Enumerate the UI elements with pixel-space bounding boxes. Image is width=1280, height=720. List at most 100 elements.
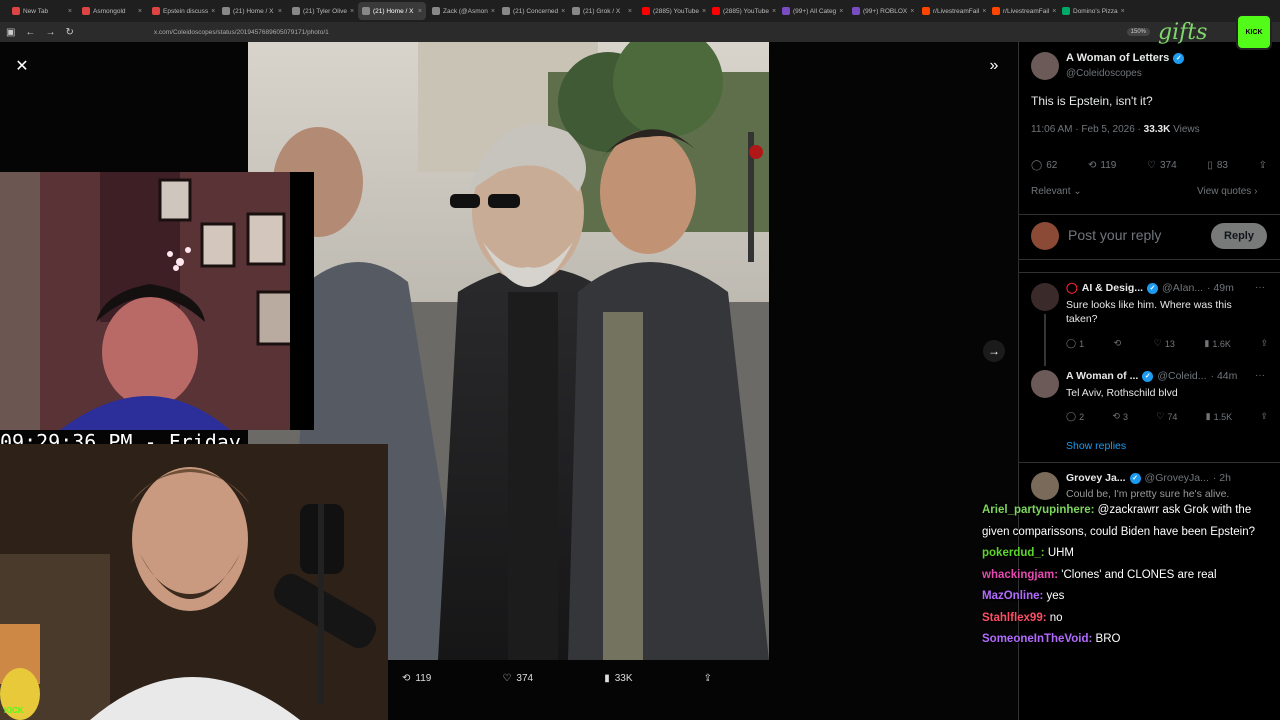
comment-like-button[interactable]: ♡ 74: [1156, 411, 1177, 422]
browser-tab[interactable]: New Tab ×: [8, 2, 76, 20]
reply-input[interactable]: Post your reply: [1068, 227, 1161, 243]
comment-share-button[interactable]: ⇪: [1260, 338, 1268, 349]
tab-close-icon[interactable]: ×: [839, 8, 843, 15]
photo-share-button[interactable]: ⇪: [704, 673, 712, 684]
author-handle[interactable]: @Coleidoscopes: [1066, 68, 1142, 79]
tab-label: (21) Concerned: [513, 7, 559, 15]
verified-badge-icon: ✓: [1142, 370, 1154, 382]
tab-close-icon[interactable]: ×: [491, 8, 495, 15]
browser-tab[interactable]: (21) Tyler Olive ×: [288, 2, 356, 20]
chat-username[interactable]: MazOnline:: [982, 590, 1043, 602]
browser-tab[interactable]: (99+) All Categ ×: [778, 2, 846, 20]
tab-close-icon[interactable]: ×: [772, 8, 776, 15]
back-icon[interactable]: ←: [25, 27, 35, 38]
repost-stat-button[interactable]: ⟲ 119: [1088, 160, 1116, 171]
tab-close-icon[interactable]: ×: [350, 8, 354, 15]
chat-username[interactable]: whackingjam:: [982, 569, 1058, 581]
browser-tab[interactable]: (2885) YouTube ×: [708, 2, 776, 20]
more-options-icon[interactable]: ···: [1255, 370, 1265, 381]
reply-stat-button[interactable]: ◯ 62: [1031, 160, 1057, 171]
comment-repost-button[interactable]: ⟲: [1114, 338, 1125, 349]
chat-username[interactable]: Stahlflex99:: [982, 612, 1047, 624]
comment-time: · 2h: [1212, 472, 1231, 484]
comment-header[interactable]: ◯ AI & Desig... ✓ @AIan... · 49m: [1066, 282, 1234, 294]
forward-icon[interactable]: →: [45, 27, 55, 38]
comment-like-button[interactable]: ♡ 13: [1154, 338, 1175, 349]
reply-button[interactable]: Reply: [1211, 223, 1267, 249]
share-stat-button[interactable]: ⇪: [1259, 160, 1267, 171]
collapse-panel-icon[interactable]: »: [982, 54, 1006, 78]
comment-text: Could be, I'm pretty sure he's alive.: [1066, 488, 1230, 500]
user-avatar: [1031, 222, 1059, 250]
browser-tab[interactable]: Zack (@Asmon ×: [428, 2, 496, 20]
tab-close-icon[interactable]: ×: [211, 8, 215, 15]
tab-close-icon[interactable]: ×: [1052, 8, 1056, 15]
next-photo-button[interactable]: →: [983, 340, 1005, 362]
browser-tab[interactable]: Domino's Pizza ×: [1058, 2, 1126, 20]
browser-tab[interactable]: (21) Concerned ×: [498, 2, 566, 20]
tab-favicon-icon: [362, 7, 370, 15]
share-icon: ⇪: [703, 672, 712, 684]
sidebar-toggle-icon[interactable]: ▣: [6, 27, 15, 38]
author-avatar[interactable]: [1031, 52, 1059, 80]
tab-close-icon[interactable]: ×: [138, 8, 142, 15]
browser-tab[interactable]: Asmongold ×: [78, 2, 146, 20]
chat-message: MazOnline: yes: [982, 586, 1274, 608]
comment-author-handle: @AIan...: [1162, 282, 1204, 294]
author-name[interactable]: A Woman of Letters ✓: [1066, 52, 1185, 64]
view-quotes-link[interactable]: View quotes ›: [1197, 186, 1257, 197]
tab-close-icon[interactable]: ×: [68, 8, 72, 15]
chat-username[interactable]: pokerdud_:: [982, 547, 1045, 559]
divider: [1018, 272, 1280, 273]
chat-username[interactable]: Ariel_partyupinhere:: [982, 504, 1094, 516]
url-field[interactable]: x.com/Coleidoscopes/status/2019457689605…: [154, 29, 329, 36]
tab-close-icon[interactable]: ×: [1121, 8, 1125, 15]
tab-close-icon[interactable]: ×: [702, 8, 706, 15]
photo-repost-button[interactable]: ⟲ 119: [402, 673, 431, 684]
comment-avatar[interactable]: [1031, 370, 1059, 398]
tab-close-icon[interactable]: ×: [628, 8, 632, 15]
browser-address-bar: ▣ ← → ↻ x.com/Coleidoscopes/status/20194…: [0, 22, 1280, 42]
comment-reply-button[interactable]: ◯ 1: [1066, 338, 1084, 349]
tab-close-icon[interactable]: ×: [278, 8, 282, 15]
show-replies-link[interactable]: Show replies: [1066, 440, 1126, 452]
like-stat-button[interactable]: ♡ 374: [1147, 160, 1177, 171]
comment-reply-button[interactable]: ◯ 2: [1066, 411, 1084, 422]
comment-views-button[interactable]: ▮ 1.5K: [1206, 411, 1232, 422]
photo-like-button[interactable]: ♡ 374: [502, 673, 533, 684]
reload-icon[interactable]: ↻: [65, 27, 73, 38]
tab-close-icon[interactable]: ×: [418, 8, 422, 15]
bookmark-stat-button[interactable]: ▯ 83: [1207, 160, 1228, 171]
comment-share-button[interactable]: ⇪: [1260, 411, 1268, 422]
comment-time: · 49m: [1207, 282, 1234, 294]
reply-sort-dropdown[interactable]: Relevant ⌄: [1031, 186, 1082, 197]
comment-header[interactable]: A Woman of ... ✓ @Coleid... · 44m: [1066, 370, 1237, 382]
close-icon[interactable]: ✕: [10, 54, 34, 78]
browser-tab[interactable]: r/LivestreamFail ×: [918, 2, 986, 20]
comment-repost-button[interactable]: ⟲ 3: [1112, 411, 1128, 422]
browser-tab[interactable]: Epstein discuss ×: [148, 2, 216, 20]
comment-views-button[interactable]: ▮ 1.6K: [1204, 338, 1230, 349]
browser-tab[interactable]: (21) Grok / X ×: [568, 2, 636, 20]
photo-views-button[interactable]: ▮ 33K: [604, 673, 632, 684]
chat-username[interactable]: SomeoneInTheVoid:: [982, 633, 1092, 645]
browser-tab[interactable]: (99+) ROBLOX ×: [848, 2, 916, 20]
chat-text: yes: [1043, 590, 1065, 602]
comment-avatar[interactable]: [1031, 472, 1059, 500]
comment-like-count: 74: [1167, 411, 1178, 422]
more-options-icon[interactable]: ···: [1255, 282, 1265, 293]
comment-header[interactable]: Grovey Ja... ✓ @GroveyJa... · 2h: [1066, 472, 1231, 484]
kick-badge-icon: KICK: [1236, 14, 1272, 50]
post-timestamp[interactable]: 11:06 AM · Feb 5, 2026 ·: [1031, 124, 1144, 135]
tab-close-icon[interactable]: ×: [561, 8, 565, 15]
comment-avatar[interactable]: [1031, 283, 1059, 311]
comment-actions: ◯ 2 ⟲ 3 ♡ 74 ▮ 1.5K ⇪: [1066, 411, 1268, 422]
browser-tab[interactable]: (21) Home / X ×: [358, 2, 426, 20]
browser-tab[interactable]: (21) Home / X ×: [218, 2, 286, 20]
tab-close-icon[interactable]: ×: [910, 8, 914, 15]
browser-tab[interactable]: r/LivestreamFail ×: [988, 2, 1056, 20]
thread-line: [1044, 314, 1046, 366]
browser-tab[interactable]: (2885) YouTube ×: [638, 2, 706, 20]
tab-close-icon[interactable]: ×: [982, 8, 986, 15]
zoom-level[interactable]: 150%: [1126, 28, 1150, 36]
